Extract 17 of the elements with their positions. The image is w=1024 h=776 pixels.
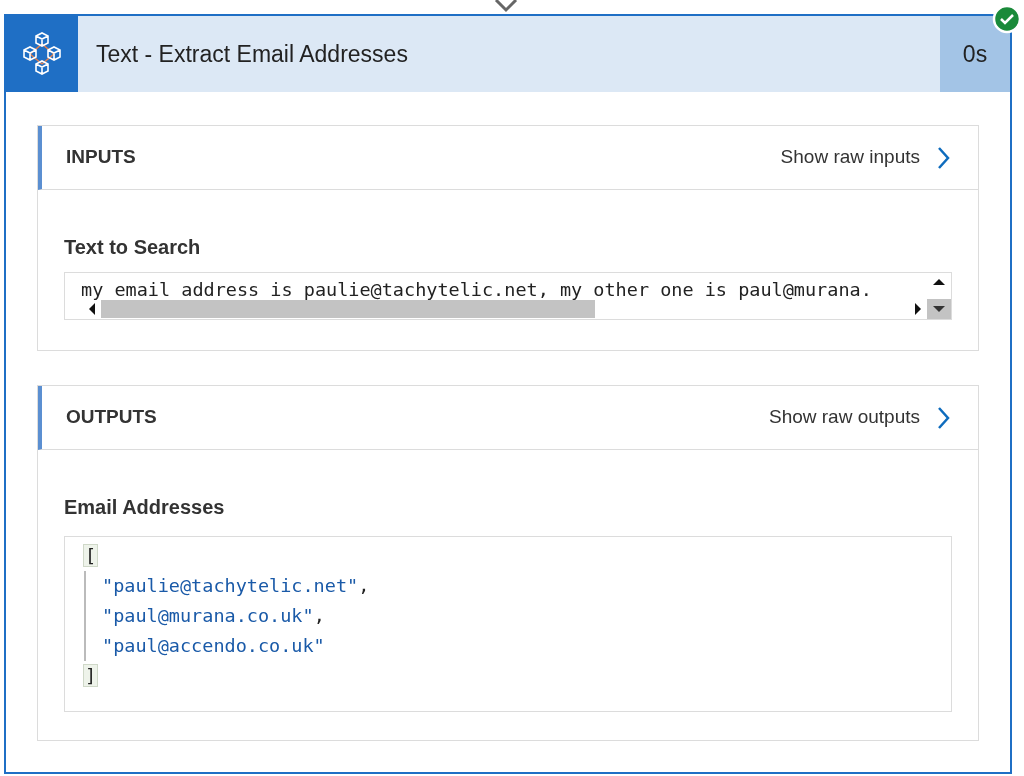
chevron-right-icon bbox=[936, 405, 950, 430]
section-heading: OUTPUTS bbox=[66, 405, 157, 430]
field-label: Text to Search bbox=[64, 235, 202, 260]
arrow-down-icon bbox=[494, 0, 518, 14]
json-bracket: [ bbox=[83, 544, 99, 567]
chevron-right-icon bbox=[936, 145, 950, 170]
show-raw-link[interactable]: Show raw outputs bbox=[768, 403, 950, 432]
json-string: "paul@murana.co.uk", bbox=[102, 605, 325, 626]
show-raw-link[interactable]: Show raw inputs bbox=[780, 143, 950, 172]
json-bracket: ] bbox=[83, 664, 99, 687]
field-value: my email address is paulie@tachytelic.net, my other one is paul@murana. bbox=[81, 278, 872, 302]
field-label: Email Addresses bbox=[64, 495, 226, 520]
action-title: Text - Extract Email Addresses bbox=[95, 39, 409, 69]
json-string: "paul@accendo.co.uk" bbox=[102, 635, 325, 656]
section-heading: INPUTS bbox=[66, 145, 136, 170]
duration: 0s bbox=[940, 16, 1010, 92]
json-string: "paulie@tachytelic.net", bbox=[102, 575, 370, 596]
